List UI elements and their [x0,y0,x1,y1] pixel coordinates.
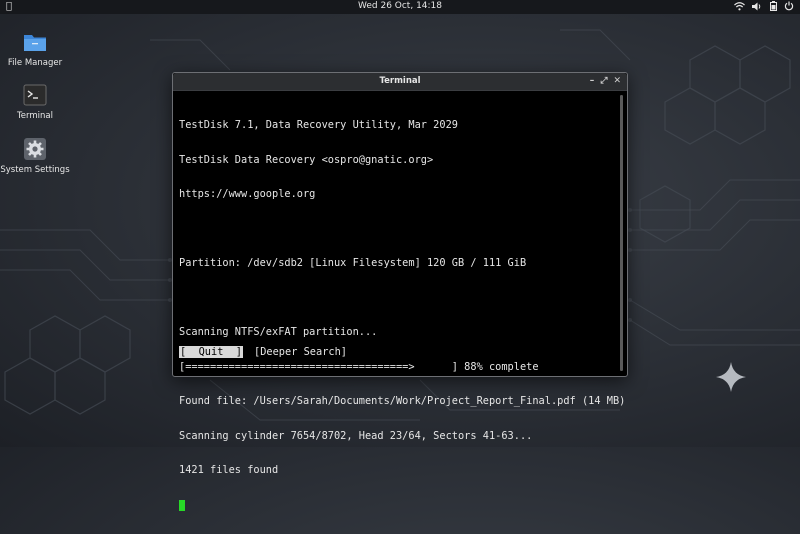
desktop-icon-label: File Manager [7,58,63,68]
terminal-icon [23,83,47,107]
window-controls: – ⤢ ✕ [590,75,621,87]
quit-button[interactable]: [ Quit ] [179,346,243,358]
gear-icon [23,137,47,161]
scrollbar[interactable] [620,95,623,371]
desktop-icon-label: Terminal [17,111,53,121]
battery-icon[interactable] [770,1,777,15]
terminal-line: Scanning cylinder 7654/8702, Head 23/64,… [179,429,533,442]
scrollbar-thumb[interactable] [620,95,623,371]
minimize-icon[interactable]: – [590,75,595,87]
close-icon[interactable]: ✕ [613,75,621,87]
terminal-window[interactable]: Terminal – ⤢ ✕ TestDisk 7.1, Data Recove… [172,72,628,511]
terminal-line: TestDisk 7.1, Data Recovery Utility, Mar… [179,119,458,131]
progress-bar-text: [====================================> ]… [179,360,539,373]
clock[interactable]: Wed 26 Oct, 14:18 [0,1,800,11]
volume-icon[interactable] [752,2,763,15]
maximize-icon[interactable]: ⤢ [600,75,607,87]
window-title: Terminal [379,76,421,86]
system-tray [734,1,794,15]
terminal-line: Found file: /Users/Sarah/Documents/Work/… [179,395,626,407]
terminal-actions: [ Quit ] [Deeper Search] [179,346,348,358]
terminal-line: https://www.goople.org [179,188,316,200]
deeper-search-button[interactable]: [Deeper Search] [253,346,348,358]
wifi-icon[interactable] [734,1,745,15]
terminal-output[interactable]: TestDisk 7.1, Data Recovery Utility, Mar… [179,97,625,511]
text-cursor [179,499,185,511]
top-menu-bar:  Wed 26 Oct, 14:18 [0,0,800,14]
terminal-line: Scanning NTFS/exFAT partition... [179,326,378,338]
desktop-icon-file-manager[interactable]: File Manager [0,30,70,68]
desktop-icon-label: System Settings [0,165,70,175]
power-icon[interactable] [784,1,794,15]
folder-icon [23,30,47,54]
window-titlebar[interactable]: Terminal – ⤢ ✕ [173,73,627,91]
terminal-line: TestDisk Data Recovery <ospro@gnatic.org… [179,153,434,166]
desktop-icon-system-settings[interactable]: System Settings [0,137,70,175]
desktop-icon-terminal[interactable]: Terminal [0,83,70,121]
terminal-line: 1421 files found [179,464,279,476]
sparkle-icon [716,362,746,392]
terminal-line: Partition: /dev/sdb2 [Linux Filesystem] … [179,257,527,269]
